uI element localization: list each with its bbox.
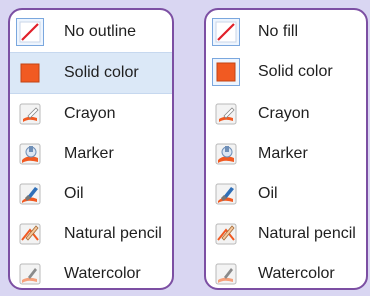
fill-menu-panel: No fill Solid color Crayon Marker Oil Na…	[204, 8, 368, 290]
menu-item-label: Crayon	[258, 105, 310, 122]
no-fill-icon	[212, 18, 240, 46]
menu-item-label: Natural pencil	[64, 225, 162, 242]
menu-item-label: Solid color	[258, 63, 333, 80]
crayon-icon	[16, 100, 44, 128]
stage: No outline Solid color Crayon Marker Oil…	[0, 0, 370, 296]
menu-item-label: No outline	[64, 23, 137, 40]
solid-color-icon	[16, 59, 44, 87]
menu-item-oil[interactable]: Oil	[206, 174, 366, 214]
menu-item-label: Watercolor	[64, 265, 141, 282]
menu-item-solid-color[interactable]: Solid color	[10, 52, 172, 94]
oil-icon	[16, 180, 44, 208]
menu-item-no-fill[interactable]: No fill	[206, 12, 366, 52]
outline-menu-panel: No outline Solid color Crayon Marker Oil…	[8, 8, 174, 290]
menu-item-label: Oil	[64, 185, 84, 202]
menu-item-watercolor[interactable]: Watercolor	[206, 254, 366, 288]
crayon-icon	[212, 100, 240, 128]
menu-item-label: Solid color	[64, 64, 139, 81]
menu-item-label: Watercolor	[258, 265, 335, 282]
menu-item-crayon[interactable]: Crayon	[10, 94, 172, 134]
menu-item-solid-color[interactable]: Solid color	[206, 52, 366, 92]
menu-item-crayon[interactable]: Crayon	[206, 94, 366, 134]
natural-pencil-icon	[16, 220, 44, 248]
fill-menu: No fill Solid color Crayon Marker Oil Na…	[206, 10, 366, 288]
menu-item-marker[interactable]: Marker	[10, 134, 172, 174]
menu-item-natural-pencil[interactable]: Natural pencil	[10, 214, 172, 254]
menu-item-label: Natural pencil	[258, 225, 356, 242]
menu-item-label: No fill	[258, 23, 299, 40]
solid-color-icon	[212, 58, 240, 86]
menu-item-label: Crayon	[64, 105, 116, 122]
menu-item-label: Oil	[258, 185, 278, 202]
watercolor-icon	[16, 260, 44, 288]
menu-item-natural-pencil[interactable]: Natural pencil	[206, 214, 366, 254]
watercolor-icon	[212, 260, 240, 288]
menu-item-marker[interactable]: Marker	[206, 134, 366, 174]
oil-icon	[212, 180, 240, 208]
marker-icon	[212, 140, 240, 168]
no-outline-icon	[16, 18, 44, 46]
menu-item-oil[interactable]: Oil	[10, 174, 172, 214]
natural-pencil-icon	[212, 220, 240, 248]
menu-item-no-outline[interactable]: No outline	[10, 12, 172, 52]
outline-menu: No outline Solid color Crayon Marker Oil…	[10, 10, 172, 288]
menu-item-label: Marker	[258, 145, 308, 162]
marker-icon	[16, 140, 44, 168]
menu-item-label: Marker	[64, 145, 114, 162]
menu-item-watercolor[interactable]: Watercolor	[10, 254, 172, 288]
